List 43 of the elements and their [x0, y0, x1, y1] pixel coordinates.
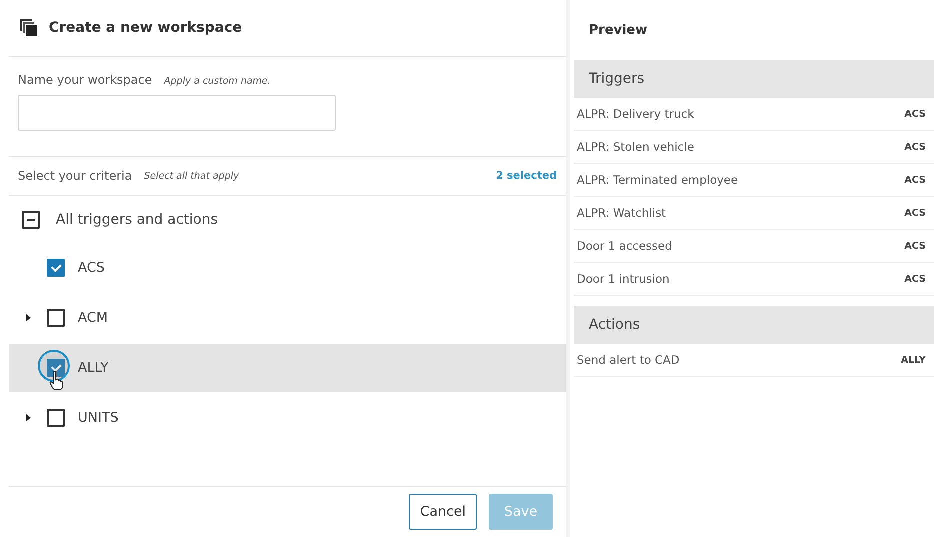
list-item-name: Send alert to CAD: [577, 353, 680, 367]
checkbox[interactable]: [47, 409, 65, 427]
workspace-name-field[interactable]: [18, 95, 336, 131]
source-tag: ACS: [904, 108, 926, 120]
tree-item-label: ACS: [78, 260, 105, 276]
list-item-name: ALPR: Delivery truck: [577, 107, 694, 121]
source-tag: ACS: [904, 142, 926, 152]
field-label: Name your workspace: [18, 73, 152, 87]
tree-item-label: All triggers and actions: [56, 212, 218, 228]
tree-item-label: UNITS: [78, 410, 119, 426]
caret-icon[interactable]: [24, 314, 32, 322]
source-tag: ACS: [904, 174, 926, 186]
tree-row[interactable]: ACS: [9, 244, 566, 292]
selected-count: 2 selected: [496, 170, 557, 182]
source-tag: ACS: [904, 240, 926, 252]
source-tag: ACS: [904, 208, 926, 218]
list-item-name: ALPR: Stolen vehicle: [577, 140, 694, 154]
section-header: Actions: [574, 306, 934, 344]
tree-row[interactable]: UNITS: [9, 394, 566, 442]
tree-row[interactable]: ACM: [9, 294, 566, 342]
checkbox[interactable]: [47, 309, 65, 327]
source-tag: ALLY: [901, 354, 926, 366]
checkbox[interactable]: [47, 259, 65, 277]
source-tag: ACS: [904, 274, 926, 284]
hand-cursor-icon: [49, 371, 65, 391]
stacked-squares-icon: [19, 18, 39, 38]
tree-item-label: ALLY: [78, 360, 109, 376]
list-item-name: ALPR: Terminated employee: [577, 173, 738, 187]
list-item-name: ALPR: Watchlist: [577, 206, 666, 220]
checkbox[interactable]: [47, 359, 65, 377]
tree-item-label: ACM: [78, 310, 108, 326]
panel-title: Preview: [588, 22, 649, 40]
checkbox[interactable]: [22, 211, 40, 229]
dialog-title: Create a new workspace: [49, 20, 242, 36]
section-header: Triggers: [574, 60, 934, 98]
cancel-button[interactable]: Cancel: [409, 494, 477, 530]
tree-row[interactable]: ALLY: [9, 344, 566, 392]
list-item-name: Door 1 intrusion: [577, 272, 670, 286]
criteria-hint: Select all that apply: [144, 170, 240, 182]
field-hint: Apply a custom name.: [164, 76, 271, 87]
caret-icon[interactable]: [24, 414, 32, 422]
criteria-label: Select your criteria: [18, 169, 132, 183]
list-item-name: Door 1 accessed: [577, 239, 672, 253]
